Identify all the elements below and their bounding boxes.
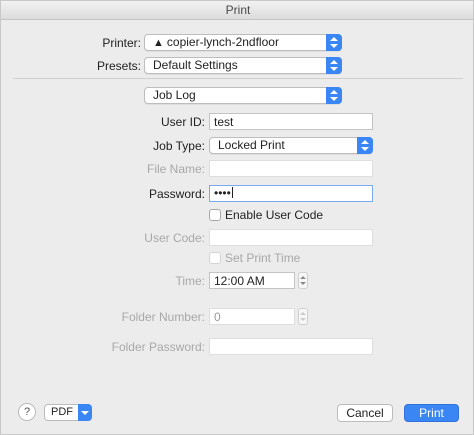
set-print-time-label: Set Print Time bbox=[225, 251, 301, 265]
text-cursor bbox=[231, 187, 233, 198]
separator bbox=[13, 78, 463, 79]
presets-value: Default Settings bbox=[153, 58, 238, 72]
user-id-label: User ID: bbox=[160, 115, 205, 129]
cancel-button[interactable]: Cancel bbox=[337, 404, 393, 422]
chevron-updown-icon bbox=[326, 87, 342, 104]
folder-number-label: Folder Number: bbox=[121, 310, 205, 324]
time-label: Time: bbox=[175, 274, 205, 288]
printer-label: Printer: bbox=[102, 36, 141, 50]
enable-user-code-checkbox[interactable] bbox=[209, 209, 221, 221]
chevron-updown-icon bbox=[357, 137, 373, 154]
folder-number-stepper bbox=[298, 308, 308, 325]
enable-user-code-label: Enable User Code bbox=[225, 208, 324, 222]
section-select[interactable]: Job Log bbox=[144, 87, 342, 104]
set-print-time-checkbox bbox=[209, 252, 221, 264]
user-code-label: User Code: bbox=[144, 231, 205, 245]
window-title: Print bbox=[1, 1, 473, 20]
folder-number-input bbox=[209, 308, 295, 325]
warning-icon: ▲ bbox=[153, 37, 164, 49]
chevron-updown-icon bbox=[326, 57, 342, 74]
time-stepper[interactable] bbox=[298, 272, 308, 289]
job-type-label: Job Type: bbox=[153, 139, 205, 153]
password-input[interactable]: •••• bbox=[209, 185, 373, 202]
job-type-value: Locked Print bbox=[218, 138, 285, 152]
printer-select[interactable]: ▲ copier-lynch-2ndfloor bbox=[144, 34, 342, 51]
file-name-label: File Name: bbox=[146, 162, 205, 176]
pdf-label: PDF bbox=[51, 406, 73, 418]
folder-password-input bbox=[209, 338, 373, 355]
help-button[interactable]: ? bbox=[18, 403, 36, 421]
password-value: •••• bbox=[214, 186, 231, 200]
section-value: Job Log bbox=[153, 88, 196, 102]
file-name-input bbox=[209, 160, 373, 177]
pdf-menu-button[interactable]: PDF bbox=[44, 404, 92, 421]
presets-label: Presets: bbox=[96, 59, 141, 73]
chevron-updown-icon bbox=[326, 34, 342, 51]
time-input[interactable] bbox=[209, 272, 295, 289]
chevron-down-icon bbox=[78, 404, 92, 421]
user-id-input[interactable] bbox=[209, 113, 373, 130]
print-button[interactable]: Print bbox=[404, 404, 459, 422]
presets-select[interactable]: Default Settings bbox=[144, 57, 342, 74]
print-dialog: Print Printer: ▲ copier-lynch-2ndfloor Pr… bbox=[0, 0, 474, 435]
printer-value: copier-lynch-2ndfloor bbox=[166, 35, 279, 49]
user-code-input bbox=[209, 229, 373, 246]
password-label: Password: bbox=[148, 187, 205, 201]
folder-password-label: Folder Password: bbox=[111, 340, 205, 354]
job-type-select[interactable]: Locked Print bbox=[209, 137, 373, 154]
